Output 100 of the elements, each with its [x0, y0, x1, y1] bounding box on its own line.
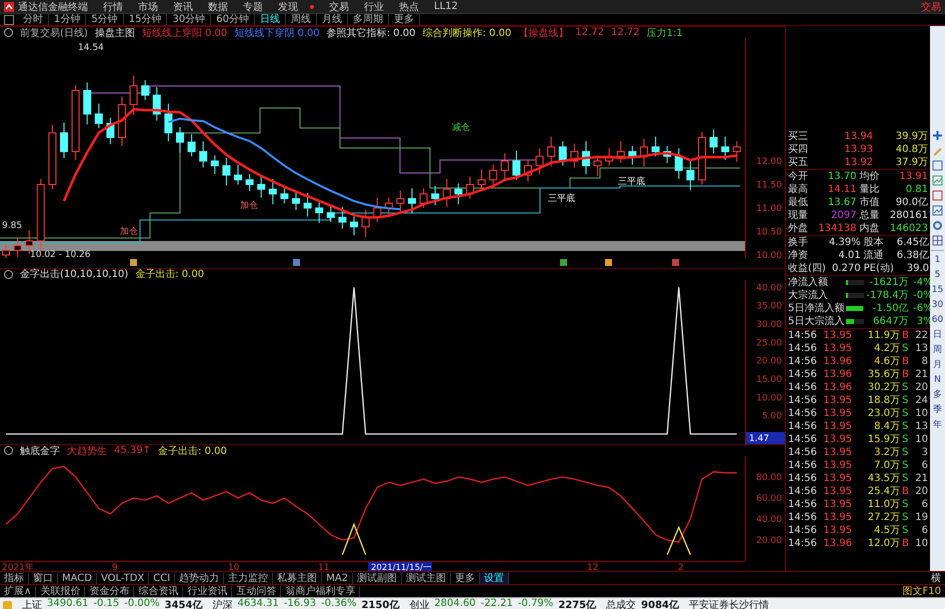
indicator-circle-icon[interactable] — [4, 446, 13, 456]
indicator-tab[interactable]: 窗口 — [29, 572, 58, 584]
price-axis-label: 12.00 — [756, 157, 782, 167]
period-button[interactable]: 60 — [932, 315, 944, 326]
period-tab[interactable]: 月线 — [316, 14, 348, 25]
candlestick — [384, 197, 393, 216]
indicator-tab[interactable]: 主力监控 — [224, 572, 274, 584]
period-tab[interactable]: 5分钟 — [86, 14, 124, 25]
f10-link[interactable]: 图文F10 — [902, 584, 945, 598]
menu-item[interactable]: 热点 — [399, 0, 419, 14]
flow-value: -178.4万 — [866, 289, 909, 302]
tick-volume: 35.6万 — [866, 368, 900, 381]
period-button[interactable]: 周 — [933, 345, 942, 356]
menu-item[interactable]: 市场 — [138, 0, 158, 14]
period-button[interactable]: 多 — [933, 390, 942, 401]
menu-item[interactable]: 行情 — [103, 0, 123, 14]
bid-volume: 40.8万 — [894, 143, 928, 156]
menu-item[interactable]: 行业 — [364, 0, 384, 14]
tick-price: 13.95 — [822, 433, 852, 446]
period-tab[interactable]: 多周期 — [348, 14, 389, 25]
period-button[interactable]: 季 — [933, 405, 942, 416]
period-tab[interactable]: 更多 — [388, 14, 420, 25]
candlestick — [558, 140, 567, 166]
price-axis-label: 11.00 — [756, 204, 782, 214]
period-tab[interactable]: 60分钟 — [211, 14, 255, 25]
period-button[interactable]: 30 — [932, 300, 944, 311]
tick-volume: 3.2万 — [873, 446, 900, 459]
trade-link[interactable]: 交易 — [921, 0, 941, 14]
menu-item[interactable]: LL12 — [434, 1, 458, 12]
grid-icon[interactable] — [932, 235, 943, 246]
menu-item[interactable]: 发现 — [278, 0, 314, 14]
indicator-circle-icon[interactable] — [4, 28, 13, 37]
menu-item[interactable]: 数据 — [208, 0, 228, 14]
period-tab[interactable]: 15分钟 — [124, 14, 168, 25]
tick-volume: 12.0万 — [866, 537, 900, 550]
tick-count: 13 — [914, 420, 928, 433]
date-axis-label: 11 — [318, 563, 330, 571]
trade-side: S — [902, 342, 910, 355]
indicator-tab[interactable]: 指标 — [0, 572, 29, 584]
axis-tick-label: 60.00 — [756, 494, 782, 504]
candlestick — [512, 150, 520, 180]
indicator-tab[interactable]: VOL-TDX — [96, 572, 150, 584]
move-icon[interactable] — [932, 130, 943, 141]
tick-count: 22 — [914, 329, 928, 342]
period-tab[interactable]: 分时 — [18, 14, 49, 25]
period-button[interactable]: N — [934, 375, 941, 386]
window-icon[interactable] — [932, 160, 943, 171]
menu-item[interactable]: 专题 — [243, 0, 263, 14]
tick-time: 14:56 — [788, 537, 818, 550]
flow-label: 5日大宗流入 — [788, 315, 844, 328]
menu-item[interactable]: 资讯 — [173, 0, 193, 14]
period-tab[interactable]: 30分钟 — [167, 14, 212, 25]
trade-side: S — [902, 407, 910, 420]
indicator-tab[interactable]: MACD — [58, 572, 97, 584]
indicator-tab[interactable]: 测试副图 — [353, 572, 402, 584]
candlestick — [130, 74, 138, 116]
chart-icon[interactable] — [932, 175, 943, 186]
chart-icon[interactable] — [932, 205, 943, 216]
trade-side: B — [902, 329, 910, 342]
tick-time: 14:56 — [788, 524, 818, 537]
period-tab[interactable]: 1分钟 — [49, 14, 86, 25]
period-button[interactable]: 日 — [933, 330, 942, 341]
date-axis-label: 2 — [678, 563, 684, 571]
tick-volume: 15.9万 — [866, 433, 900, 446]
index-change: -0.15 — [93, 598, 120, 609]
period-tab[interactable]: 周线 — [286, 14, 317, 25]
period-button[interactable]: 1 — [934, 255, 940, 266]
menu-item[interactable]: 交易 — [329, 0, 349, 14]
trade-side: S — [902, 394, 910, 407]
indicator-tab[interactable]: 趋势动力 — [175, 572, 224, 584]
stat-value: 2097 — [830, 209, 856, 222]
indicator-label: 操盘主图 — [94, 26, 135, 40]
window-icon[interactable] — [932, 190, 943, 201]
chart-annotation: 10.02 - 10.26 — [30, 250, 90, 258]
tick-count: 21 — [914, 368, 928, 381]
tick-count: 3 — [920, 446, 928, 459]
indicator-tab[interactable]: 设置 — [480, 572, 510, 584]
period-button[interactable]: 15 — [932, 285, 944, 296]
tick-price: 13.96 — [822, 368, 852, 381]
indicator-circle-icon[interactable] — [4, 270, 13, 279]
candlestick — [605, 148, 614, 166]
tick-count: 6 — [920, 498, 928, 511]
period-button[interactable]: 月 — [933, 360, 942, 371]
indicator-tab[interactable]: MA2 — [322, 572, 354, 584]
stat-label: 收益(四) — [788, 262, 826, 275]
window-icon[interactable] — [4, 14, 14, 24]
period-tab[interactable]: 日线 — [254, 14, 286, 25]
period-button[interactable]: 年 — [933, 420, 942, 431]
layout-toggle[interactable]: 横 — [931, 571, 945, 585]
candlestick — [48, 124, 56, 190]
bid-label: 买五 — [788, 156, 809, 169]
tick-volume: 7.0万 — [873, 459, 900, 472]
period-button[interactable]: 5 — [934, 270, 940, 281]
flow-value: -1.50亿 — [872, 302, 909, 315]
indicator-tab[interactable]: CCI — [149, 572, 176, 584]
app-title: 通达信金融终端 — [18, 0, 88, 14]
indicator-tab[interactable]: 测试主图 — [402, 572, 452, 584]
index-name: 创业 — [409, 598, 430, 609]
indicator-label: 金子出击: 0.00 — [135, 268, 204, 282]
indicator-tab[interactable]: 私募主图 — [273, 572, 322, 584]
